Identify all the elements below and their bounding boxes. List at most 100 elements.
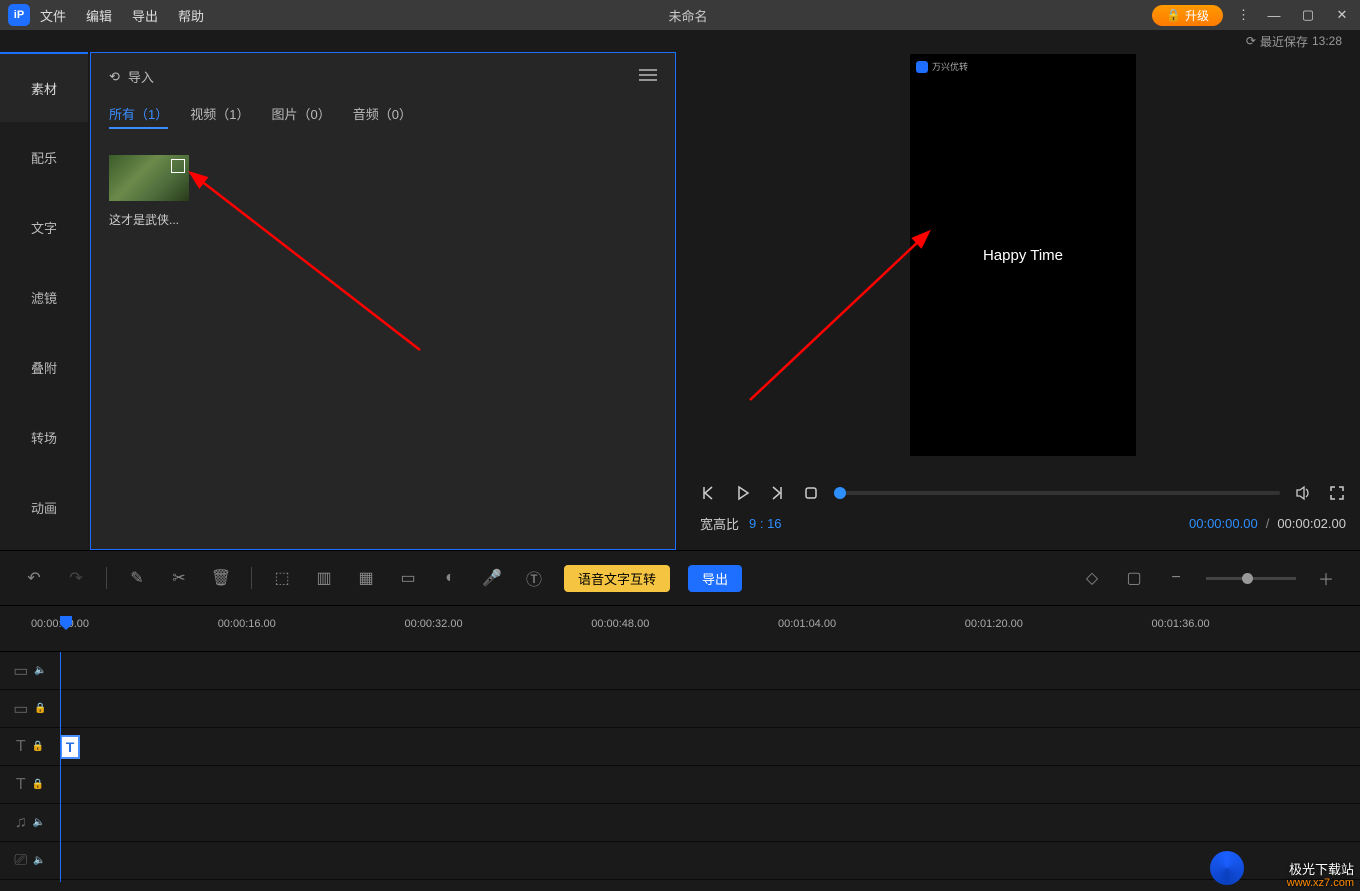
playhead[interactable] <box>60 616 72 630</box>
track-video-2[interactable]: ▭🔒 <box>0 690 1360 728</box>
track-text-2[interactable]: T🔒 <box>0 766 1360 804</box>
preview-panel: 万兴优转 Happy Time 宽高比 9 : 16 00:00:00.00 /… <box>686 52 1360 550</box>
app-logo-icon: iP <box>8 4 30 26</box>
delete-icon[interactable]: 🗑 <box>209 566 233 590</box>
preview-video[interactable]: 万兴优转 Happy Time <box>910 54 1136 456</box>
mic-icon[interactable]: 🎤 <box>480 566 504 590</box>
upgrade-label: 升级 <box>1185 7 1209 24</box>
watermark: 极光下载站 www.xz7.com <box>1287 863 1354 889</box>
menu-help[interactable]: 帮助 <box>178 6 204 25</box>
preview-overlay-text: Happy Time <box>983 247 1063 264</box>
upgrade-button[interactable]: 🔒 升级 <box>1152 5 1223 26</box>
marker-icon[interactable]: ◇ <box>1080 566 1104 590</box>
lock-icon: 🔒 <box>1166 8 1181 22</box>
undo-button[interactable]: ↶ <box>22 566 46 590</box>
track-extra[interactable]: ⎚🔈 <box>0 842 1360 880</box>
ruler-label: 00:00:32.00 <box>404 618 462 630</box>
track-text-1[interactable]: T 🔒 T <box>0 728 1360 766</box>
playhead-handle-icon[interactable] <box>60 616 72 630</box>
mute-icon[interactable]: 🔈 <box>33 855 45 866</box>
menu-export[interactable]: 导出 <box>132 6 158 25</box>
zoom-knob[interactable] <box>1242 573 1253 584</box>
sidebar-tab-assets[interactable]: 素材 <box>0 52 88 122</box>
sidebar-tab-transition[interactable]: 转场 <box>0 402 88 472</box>
lock-track-icon[interactable]: 🔒 <box>34 703 46 714</box>
voice-text-button[interactable]: 语音文字互转 <box>564 565 670 592</box>
list-view-icon[interactable] <box>639 68 657 85</box>
play-button[interactable] <box>732 482 754 504</box>
ruler-label: 00:00:48.00 <box>591 618 649 630</box>
zoom-slider[interactable] <box>1206 577 1296 580</box>
sidebar-tab-overlay[interactable]: 叠附 <box>0 332 88 402</box>
redo-button[interactable]: ↷ <box>64 566 88 590</box>
asset-thumbnail[interactable]: 这才是武侠... <box>109 155 189 228</box>
lock-track-icon[interactable]: 🔒 <box>32 741 44 752</box>
next-frame-button[interactable] <box>766 482 788 504</box>
thumbnail-caption: 这才是武侠... <box>109 211 189 228</box>
track-video-1[interactable]: ▭🔈 <box>0 652 1360 690</box>
timeline-toolbar: ↶ ↷ ✎ ✂ 🗑 ⬚ ▥ ▦ ▭ ◐ 🎤 Ⓣ 语音文字互转 导出 ◇ ▢ − … <box>0 550 1360 606</box>
menu-file[interactable]: 文件 <box>40 6 66 25</box>
mute-icon[interactable]: 🔈 <box>33 817 45 828</box>
grid-icon[interactable]: ▦ <box>354 566 378 590</box>
volume-button[interactable] <box>1292 482 1314 504</box>
asset-tab-all[interactable]: 所有（1） <box>109 104 168 129</box>
mute-icon[interactable]: 🔈 <box>34 665 46 676</box>
import-button[interactable]: ⟲ 导入 <box>109 67 154 86</box>
track-audio[interactable]: ♫🔈 <box>0 804 1360 842</box>
prev-frame-button[interactable] <box>698 482 720 504</box>
asset-panel: ⟲ 导入 所有（1） 视频（1） 图片（0） 音频（0） 这才是武侠... <box>90 52 676 550</box>
split-icon[interactable]: ▥ <box>312 566 336 590</box>
left-sidebar: 素材 配乐 文字 滤镜 叠附 转场 动画 <box>0 52 88 550</box>
ruler-label: 00:01:36.00 <box>1152 618 1210 630</box>
sidebar-tab-music[interactable]: 配乐 <box>0 122 88 192</box>
ruler-label: 00:00:16.00 <box>218 618 276 630</box>
import-icon: ⟲ <box>109 69 120 85</box>
app-logo-mini-icon <box>916 61 928 73</box>
total-time: 00:00:02.00 <box>1277 516 1346 531</box>
close-button[interactable]: ✕ <box>1332 5 1352 25</box>
text-clip[interactable]: T <box>60 735 80 759</box>
fit-icon[interactable]: ▢ <box>1122 566 1146 590</box>
watermark-url: www.xz7.com <box>1287 877 1354 889</box>
crop-icon[interactable]: ⬚ <box>270 566 294 590</box>
asset-tab-video[interactable]: 视频（1） <box>190 104 249 129</box>
progress-handle[interactable] <box>834 487 846 499</box>
maximize-button[interactable]: ▢ <box>1298 5 1318 25</box>
audio-track-icon: ♫ <box>15 814 27 832</box>
asset-tab-audio[interactable]: 音频（0） <box>353 104 412 129</box>
current-time: 00:00:00.00 <box>1189 516 1258 531</box>
sidebar-tab-text[interactable]: 文字 <box>0 192 88 262</box>
timeline-ruler[interactable]: 00:00:00.0000:00:16.0000:00:32.0000:00:4… <box>0 606 1360 652</box>
aspect-ratio-label: 宽高比 <box>700 514 739 533</box>
zoom-in-icon[interactable]: ＋ <box>1314 566 1338 590</box>
timeline-tracks: ▭🔈 ▭🔒 T🔒 T T🔒 ♫🔈 ⎚🔈 <box>0 652 1360 880</box>
refresh-icon: ⟳ <box>1246 34 1256 48</box>
menu-edit[interactable]: 编辑 <box>86 6 112 25</box>
stop-button[interactable] <box>800 482 822 504</box>
preview-progress[interactable] <box>834 491 1280 495</box>
zoom-out-icon[interactable]: − <box>1164 566 1188 590</box>
fullscreen-button[interactable] <box>1326 482 1348 504</box>
minimize-button[interactable]: — <box>1264 5 1284 25</box>
playhead-line <box>60 652 61 882</box>
frame-icon[interactable]: ▭ <box>396 566 420 590</box>
text-tool-icon[interactable]: Ⓣ <box>522 566 546 590</box>
track-icon: ⎚ <box>14 852 27 870</box>
watermark-logo-icon <box>1210 851 1244 885</box>
asset-tab-image[interactable]: 图片（0） <box>271 104 330 129</box>
watermark-text: 极光下载站 <box>1287 863 1354 877</box>
export-button[interactable]: 导出 <box>688 565 742 592</box>
text-track-icon: T <box>16 738 26 756</box>
text-track-icon: T <box>16 776 26 794</box>
cut-icon[interactable]: ✂ <box>167 566 191 590</box>
lock-track-icon[interactable]: 🔒 <box>32 779 44 790</box>
aspect-ratio-value[interactable]: 9 : 16 <box>749 516 782 531</box>
time-separator: / <box>1266 516 1270 531</box>
sidebar-tab-animation[interactable]: 动画 <box>0 472 88 542</box>
more-icon[interactable]: ⋮ <box>1237 7 1250 23</box>
speed-icon[interactable]: ◐ <box>438 566 462 590</box>
edit-icon[interactable]: ✎ <box>125 566 149 590</box>
sidebar-tab-filter[interactable]: 滤镜 <box>0 262 88 332</box>
preview-controls <box>686 482 1360 504</box>
